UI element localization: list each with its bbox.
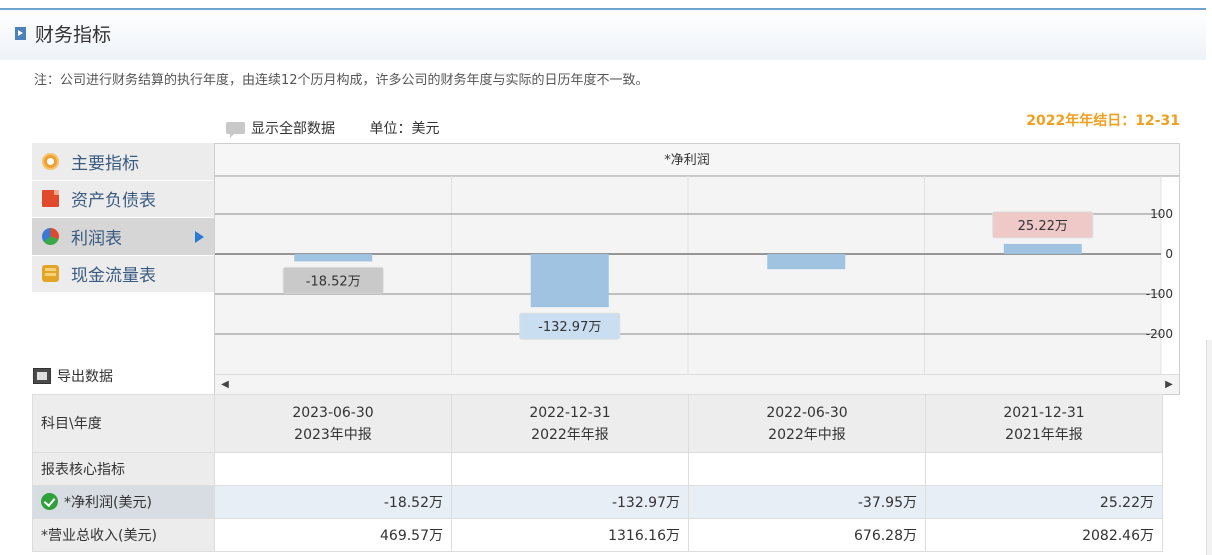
data-label: -132.97万 [538,320,601,335]
financial-table: 科目\年度 2023-06-30 2023年中报 2022-12-31 2022年年… [32,394,1163,552]
data-label: -18.52万 [306,274,361,289]
chart-scrollbar[interactable]: ◀ ▶ [215,374,1179,394]
table-cell: -37.95万 [688,485,926,519]
export-data-button[interactable]: 导出数据 [33,366,113,386]
table-header-label: 科目\年度 [32,394,215,453]
sidebar-item-label: 主要指标 [71,153,139,174]
sidebar-item-label: 资产负债表 [71,191,156,212]
page-title: 财务指标 [35,24,112,46]
net-profit-chart: *净利润 100 0 -100 -200 -18.52万 -132.97万 25.22万 ◀ … [214,143,1180,395]
column-period: 2022年年报 [531,426,609,443]
y-tick-label: -100 [1146,287,1173,301]
row-label: *净利润(美元) [32,485,215,519]
y-tick-label: -200 [1146,327,1173,341]
chart-toolbar: 显示全部数据 单位：美元 [226,118,439,138]
table-cell: 1316.16万 [451,518,689,552]
sidebar-item-label: 利润表 [71,228,122,249]
table-section-row: 报表核心指标 [32,452,1163,486]
column-period: 2022年中报 [768,426,846,443]
gear-icon [42,152,59,170]
column-period: 2023年中报 [294,426,372,443]
section-header: 财务指标 [0,8,1206,60]
table-cell: 2082.46万 [925,518,1163,552]
table-cell: 676.28万 [688,518,926,552]
sidebar-item-main-indicators[interactable]: 主要指标 [32,143,214,181]
column-header: 2021-12-31 2021年年报 [925,394,1163,453]
show-all-data-toggle[interactable]: 显示全部数据 [226,121,339,138]
sidebar-item-income-statement[interactable]: 利润表 [32,218,214,256]
pie-chart-icon [42,227,59,245]
excel-icon [33,368,51,384]
table-cell [214,452,452,486]
sidebar-item-balance-sheet[interactable]: 资产负债表 [32,180,214,218]
speech-bubble-icon [226,122,245,138]
table-cell [451,452,689,486]
fiscal-year-note: 注：公司进行财务结算的执行年度，由连续12个历月构成，许多公司的财务年度与实际的… [34,73,649,88]
y-tick-label: 100 [1150,207,1173,221]
column-header: 2022-06-30 2022年中报 [688,394,926,453]
document-icon [42,190,59,208]
show-all-data-label: 显示全部数据 [251,121,335,137]
coins-icon [42,265,59,283]
bar [530,254,609,308]
page-scrollbar[interactable] [1206,340,1212,555]
active-arrow-icon [195,231,204,243]
export-data-label: 导出数据 [57,369,113,385]
row-label: *营业总收入(美元) [32,518,215,552]
scroll-right-icon[interactable]: ▶ [1161,375,1177,394]
row-label-text: *净利润(美元) [64,495,152,511]
table-header-row: 科目\年度 2023-06-30 2023年中报 2022-12-31 2022年年… [32,394,1163,453]
column-date: 2021-12-31 [1003,404,1085,421]
header-bullet-icon [15,27,26,40]
bar [767,254,846,270]
column-date: 2022-06-30 [766,404,848,421]
section-label: 报表核心指标 [32,452,215,486]
table-cell: 469.57万 [214,518,452,552]
column-header: 2023-06-30 2023年中报 [214,394,452,453]
bar [294,254,373,262]
column-period: 2021年年报 [1005,426,1083,443]
check-icon [41,493,58,510]
chart-title: *净利润 [664,153,710,168]
data-label: 25.22万 [1018,219,1068,234]
unit-label: 单位：美元 [369,121,440,137]
table-cell [925,452,1163,486]
y-tick-label: 0 [1165,247,1173,261]
table-row[interactable]: *净利润(美元) -18.52万 -132.97万 -37.95万 25.22万 [32,485,1163,519]
sidebar-item-cash-flow[interactable]: 现金流量表 [32,255,214,293]
column-date: 2022-12-31 [529,404,611,421]
statement-sidebar: 主要指标 资产负债表 利润表 现金流量表 [32,143,214,293]
column-header: 2022-12-31 2022年年报 [451,394,689,453]
year-end-date: 2022年年结日：12-31 [1026,113,1180,129]
table-cell: -132.97万 [451,485,689,519]
bar [1003,243,1082,254]
scroll-left-icon[interactable]: ◀ [217,375,233,394]
sidebar-item-label: 现金流量表 [71,266,156,287]
table-row[interactable]: *营业总收入(美元) 469.57万 1316.16万 676.28万 2082… [32,518,1163,552]
table-cell [688,452,926,486]
column-date: 2023-06-30 [292,404,374,421]
table-cell: -18.52万 [214,485,452,519]
table-cell: 25.22万 [925,485,1163,519]
chart-canvas: *净利润 100 0 -100 -200 -18.52万 -132.97万 25.22万 [215,144,1179,374]
